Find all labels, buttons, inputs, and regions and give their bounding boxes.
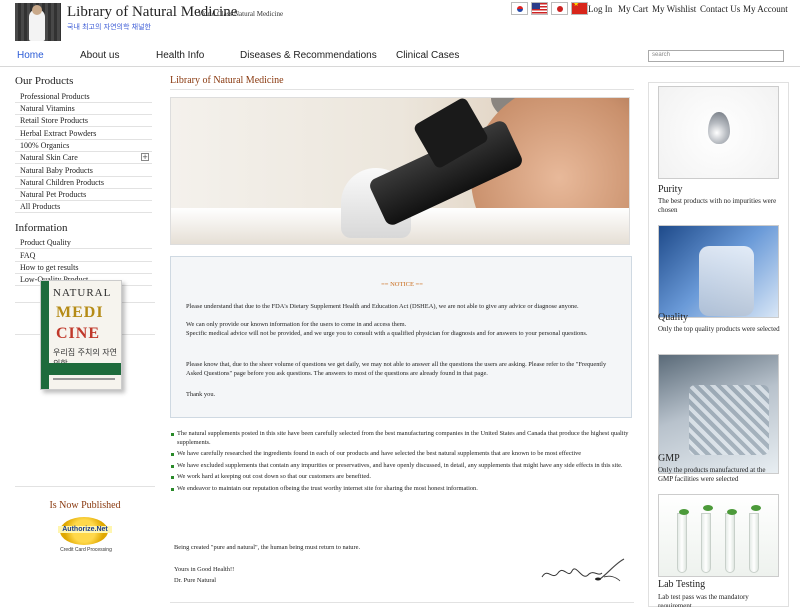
- list-item: We work hard at keeping out cost down so…: [170, 473, 634, 482]
- product-link-children[interactable]: Natural Children Products: [15, 177, 152, 189]
- korea-flag-icon[interactable]: [511, 2, 528, 15]
- product-link-baby[interactable]: Natural Baby Products: [15, 165, 152, 177]
- product-link-retail[interactable]: Retail Store Products: [15, 115, 152, 127]
- site-korean-subtitle: 국내 최고의 자연의학 채널한: [67, 23, 151, 31]
- list-item: The natural supplements posted in this s…: [170, 430, 634, 447]
- product-link-pet[interactable]: Natural Pet Products: [15, 189, 152, 201]
- account-link[interactable]: My Account: [743, 4, 788, 14]
- card-title-quality: Quality: [658, 312, 688, 323]
- is-now-published: Is Now Published: [49, 500, 121, 511]
- product-link-all[interactable]: All Products: [15, 201, 152, 213]
- book-cover-line2: MEDI: [56, 304, 104, 321]
- list-item: We have carefully researched the ingredi…: [170, 450, 634, 459]
- info-link-faq[interactable]: FAQ: [15, 250, 152, 262]
- closing-line: Being created "pure and natural", the hu…: [174, 544, 361, 551]
- header: Library of Natural Medicine World Class …: [0, 0, 800, 44]
- title-divider: [170, 89, 634, 90]
- product-link-herbal[interactable]: Herbal Extract Powders: [15, 128, 152, 140]
- card-title-purity: Purity: [658, 184, 683, 195]
- product-link-skin-care[interactable]: Natural Skin Care +: [15, 152, 152, 164]
- notice-paragraph: We can only provide our known informatio…: [186, 321, 407, 328]
- book-cover-line3: CINE: [56, 325, 101, 342]
- book-cover-line1: NATURAL: [53, 287, 112, 299]
- card-desc-gmp: Only the products manufactured at the GM…: [658, 466, 766, 483]
- information-heading: Information: [15, 222, 68, 234]
- card-desc-quality: Only the top quality products were selec…: [658, 325, 780, 333]
- authnet-sub: Credit Card Processing: [60, 547, 112, 553]
- content-bottom-rule: [170, 602, 634, 603]
- language-flags: [511, 2, 588, 16]
- hero-microscope-image: [170, 97, 630, 245]
- card-title-gmp: GMP: [658, 453, 680, 464]
- usa-flag-icon[interactable]: [531, 2, 548, 15]
- site-logo-image[interactable]: [15, 3, 61, 41]
- quality-microscope-image[interactable]: [658, 225, 779, 318]
- site-tagline: World Class Natural Medicine: [198, 10, 284, 18]
- notice-paragraph: Please know that, due to the sheer volum…: [186, 361, 607, 377]
- feature-list: The natural supplements posted in this s…: [170, 430, 634, 496]
- contact-link[interactable]: Contact Us: [700, 4, 740, 14]
- purity-water-drop-image[interactable]: [658, 86, 779, 179]
- main-nav: Home About us Health Info Diseases & Rec…: [0, 45, 800, 67]
- card-desc-purity: The best products with no impurities wer…: [658, 197, 777, 214]
- closing-greeting: Yours in Good Health!!: [174, 566, 235, 573]
- card-title-lab-testing: Lab Testing: [658, 579, 706, 590]
- page-title: Library of Natural Medicine: [170, 75, 284, 86]
- notice-paragraph: Specific medical advice will not be prov…: [186, 330, 588, 337]
- our-products-heading: Our Products: [15, 75, 74, 87]
- expand-plus-icon[interactable]: +: [141, 153, 149, 161]
- notice-paragraph: Thank you.: [186, 391, 216, 398]
- product-link-organics[interactable]: 100% Organics: [15, 140, 152, 152]
- cart-link[interactable]: My Cart: [618, 4, 648, 14]
- search-input[interactable]: search: [648, 50, 784, 62]
- nav-home[interactable]: Home: [17, 50, 44, 61]
- signature-image: [538, 555, 626, 585]
- list-item: We endeavor to maintain our reputation o…: [170, 485, 634, 494]
- japan-flag-icon[interactable]: [551, 2, 568, 15]
- authorize-net-seal[interactable]: Authorize.Net Credit Card Processing: [58, 517, 112, 557]
- china-flag-icon[interactable]: [571, 2, 588, 15]
- login-link[interactable]: Log In: [588, 4, 612, 14]
- book-cover-image[interactable]: NATURAL MEDI CINE 우리집 주치의 자연의학: [40, 280, 122, 390]
- list-item: We have excluded supplements that contai…: [170, 462, 634, 471]
- wishlist-link[interactable]: My Wishlist: [652, 4, 696, 14]
- closing-signoff: Dr. Pure Natural: [174, 577, 217, 584]
- product-label-skin-care: Natural Skin Care: [20, 153, 78, 162]
- lab-testing-tubes-image[interactable]: [658, 494, 779, 577]
- nav-diseases[interactable]: Diseases & Recommendations: [240, 50, 377, 61]
- card-desc-lab-testing: Lab test pass was the mandatory requirem…: [658, 593, 749, 607]
- notice-box: == NOTICE == Please understand that due …: [170, 256, 632, 418]
- notice-title: == NOTICE ==: [381, 281, 423, 288]
- info-link-quality[interactable]: Product Quality: [15, 237, 152, 249]
- nav-clinical-cases[interactable]: Clinical Cases: [396, 50, 459, 61]
- info-link-results[interactable]: How to get results: [15, 262, 152, 274]
- notice-paragraph: Please understand that due to the FDA's …: [186, 303, 579, 310]
- product-link-vitamins[interactable]: Natural Vitamins: [15, 103, 152, 115]
- authnet-label: Authorize.Net: [58, 526, 112, 533]
- nav-about-us[interactable]: About us: [80, 50, 119, 61]
- sidebar-divider: [15, 486, 155, 487]
- nav-health-info[interactable]: Health Info: [156, 50, 204, 61]
- product-link-professional[interactable]: Professional Products: [15, 91, 152, 103]
- right-sidebar: Purity The best products with no impurit…: [648, 82, 789, 607]
